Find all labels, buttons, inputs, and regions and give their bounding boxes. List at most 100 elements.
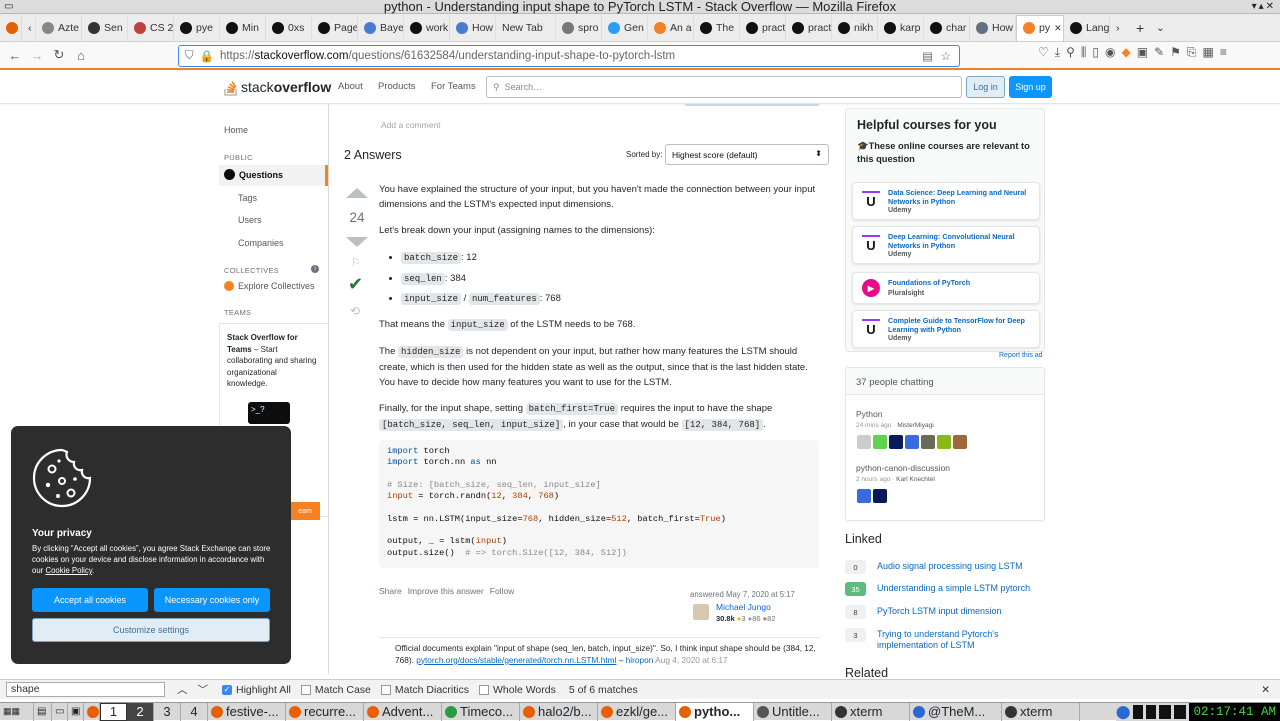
- avatar[interactable]: [937, 435, 951, 449]
- close-tab-icon[interactable]: ✕: [1054, 23, 1062, 34]
- browser-tab[interactable]: How: [450, 14, 496, 41]
- course-card[interactable]: ▶ Foundations of PyTorch Pluralsight: [852, 272, 1040, 304]
- network-icon[interactable]: ⬤: [1116, 704, 1131, 720]
- addon3-icon[interactable]: ⚑: [1170, 45, 1181, 60]
- back-icon[interactable]: ←: [4, 44, 26, 66]
- comment-link[interactable]: pytorch.org/docs/stable/generated/torch.…: [416, 655, 616, 665]
- nav-for-teams[interactable]: For Teams: [431, 81, 476, 92]
- chat-room-link[interactable]: Python: [856, 409, 882, 419]
- metamask-icon[interactable]: ◆: [1122, 45, 1131, 60]
- chat-room-link[interactable]: python-canon-discussion: [856, 463, 950, 473]
- so-logo[interactable]: stack overflow: [223, 77, 331, 97]
- avatar[interactable]: [921, 435, 935, 449]
- find-input[interactable]: shape: [6, 682, 165, 697]
- new-tab-icon[interactable]: +: [1130, 15, 1150, 41]
- firefox-launcher-icon[interactable]: [84, 702, 100, 721]
- highlight-all-checkbox[interactable]: ✓: [222, 684, 232, 695]
- browser-tab[interactable]: Sen: [82, 14, 128, 41]
- shield-icon[interactable]: ⛉: [185, 50, 194, 63]
- course-card[interactable]: U Complete Guide to TensorFlow for Deep L…: [852, 310, 1040, 348]
- upvote-icon[interactable]: [346, 188, 368, 198]
- browser-tab[interactable]: pye: [174, 14, 220, 41]
- bookmark-icon[interactable]: ⚐: [351, 256, 361, 269]
- file-manager-icon[interactable]: ▤: [34, 702, 52, 721]
- course-card[interactable]: U Data Science: Deep Learning and Neural …: [852, 182, 1040, 220]
- browser-tab[interactable]: char: [924, 14, 970, 41]
- browser-tab[interactable]: Page: [312, 14, 358, 41]
- workspace-button[interactable]: 2: [127, 702, 154, 721]
- browser-tab[interactable]: spro: [556, 14, 602, 41]
- nav-about[interactable]: About: [338, 81, 363, 92]
- linked-title-link[interactable]: Understanding a simple LSTM pytorch: [877, 583, 1037, 594]
- downloads-icon[interactable]: ⤓: [1055, 45, 1060, 60]
- course-title-link[interactable]: Deep Learning: Convolutional Neural Netw…: [888, 232, 1036, 250]
- browser-tab[interactable]: How: [970, 14, 1016, 41]
- cookie-policy-link[interactable]: Cookie Policy: [45, 566, 92, 575]
- taskbar-window-button[interactable]: recurre...: [286, 702, 364, 721]
- avatar[interactable]: [873, 435, 887, 449]
- answer-user-link[interactable]: Michael Jungo: [716, 602, 771, 612]
- workspace-button[interactable]: 3: [154, 702, 181, 721]
- volume-icon[interactable]: [1159, 705, 1172, 719]
- taskbar-window-button[interactable]: halo2/b...: [520, 702, 598, 721]
- browser-tab[interactable]: Baye: [358, 14, 404, 41]
- linked-title-link[interactable]: Audio signal processing using LSTM: [877, 561, 1037, 572]
- bookmark-star-icon[interactable]: ☆: [941, 49, 951, 63]
- signup-button[interactable]: Sign up: [1009, 76, 1052, 98]
- nav-explore-collectives[interactable]: Explore Collectives: [238, 281, 315, 291]
- necessary-cookies-button[interactable]: Necessary cookies only: [154, 588, 270, 612]
- window-controls[interactable]: ▾▴✕: [1252, 1, 1276, 12]
- forward-icon[interactable]: →: [26, 44, 48, 66]
- accept-all-cookies-button[interactable]: Accept all cookies: [32, 588, 148, 612]
- firefox-view-icon[interactable]: [0, 14, 22, 41]
- taskbar-window-button[interactable]: Untitle...: [754, 702, 832, 721]
- addon2-icon[interactable]: ✎: [1154, 45, 1164, 60]
- text-editor-icon[interactable]: ▣: [68, 702, 84, 721]
- pocket-icon[interactable]: ♡: [1038, 45, 1049, 60]
- browser-tab[interactable]: karp: [878, 14, 924, 41]
- taskbar-window-button[interactable]: xterm: [832, 702, 910, 721]
- nav-questions[interactable]: Questions: [219, 165, 328, 186]
- nav-tags[interactable]: Tags: [238, 193, 257, 203]
- browser-tab[interactable]: py ✕: [1016, 14, 1064, 41]
- follow-link[interactable]: Follow: [490, 586, 515, 596]
- history-icon[interactable]: ⟲: [350, 304, 360, 318]
- avatar[interactable]: [889, 435, 903, 449]
- browser-tab[interactable]: CS 2: [128, 14, 174, 41]
- taskbar-window-button[interactable]: Timeco...: [442, 702, 520, 721]
- login-button[interactable]: Log in: [966, 76, 1005, 98]
- browser-tab[interactable]: Lang: [1064, 14, 1110, 41]
- nav-home[interactable]: Home: [224, 125, 248, 135]
- avatar[interactable]: [905, 435, 919, 449]
- sidebar-icon[interactable]: ▯: [1092, 45, 1099, 60]
- app-menu-icon[interactable]: ≡: [1220, 45, 1227, 60]
- course-card[interactable]: U Deep Learning: Convolutional Neural Net…: [852, 226, 1040, 264]
- browser-tab[interactable]: The: [694, 14, 740, 41]
- reload-icon[interactable]: ↻: [48, 44, 70, 66]
- addon4-icon[interactable]: ⎘: [1187, 45, 1197, 60]
- taskbar-window-button[interactable]: Advent...: [364, 702, 442, 721]
- list-all-tabs-icon[interactable]: ⌄: [1150, 15, 1170, 41]
- comment-user-link[interactable]: hiropon: [626, 655, 654, 665]
- tray-icon[interactable]: [1146, 705, 1157, 719]
- browser-tab[interactable]: Min: [220, 14, 266, 41]
- customize-settings-button[interactable]: Customize settings: [32, 618, 270, 642]
- nav-companies[interactable]: Companies: [238, 238, 284, 248]
- downvote-icon[interactable]: [346, 237, 368, 247]
- browser-tab[interactable]: Gen: [602, 14, 648, 41]
- avatar[interactable]: [857, 489, 871, 503]
- browser-tab[interactable]: New Tab: [496, 14, 556, 41]
- course-title-link[interactable]: Complete Guide to TensorFlow for Deep Le…: [888, 316, 1036, 334]
- taskbar-window-button[interactable]: ezkl/ge...: [598, 702, 676, 721]
- taskbar-window-button[interactable]: festive-...: [208, 702, 286, 721]
- tab-scroll-left-icon[interactable]: ‹: [22, 14, 36, 41]
- system-menu-icon[interactable]: ▦▦: [0, 702, 34, 721]
- avatar[interactable]: [857, 435, 871, 449]
- nav-products[interactable]: Products: [378, 81, 416, 92]
- course-title-link[interactable]: Foundations of PyTorch: [888, 278, 1036, 287]
- course-title-link[interactable]: Data Science: Deep Learning and Neural N…: [888, 188, 1036, 206]
- find-next-icon[interactable]: ﹀: [198, 682, 209, 697]
- browser-tab[interactable]: 0xs: [266, 14, 312, 41]
- browser-tab[interactable]: work: [404, 14, 450, 41]
- screen-icon[interactable]: ▭: [52, 702, 68, 721]
